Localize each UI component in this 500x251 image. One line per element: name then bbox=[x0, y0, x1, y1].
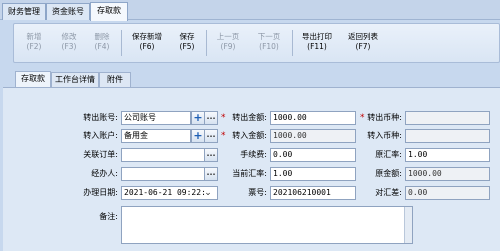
export-print-key: (F11) bbox=[307, 42, 327, 51]
plus-icon[interactable]: + bbox=[191, 129, 205, 143]
out-currency-label: 转出币种: bbox=[367, 113, 402, 122]
current-rate-label: 当前汇率: bbox=[232, 169, 267, 178]
related-order-field[interactable] bbox=[121, 148, 205, 162]
back-list-label: 返回列表 bbox=[348, 32, 378, 41]
fee-field[interactable]: 0.00 bbox=[270, 148, 356, 162]
orig-amount-label: 原金额: bbox=[375, 169, 402, 178]
save-new-button[interactable]: 保存新增 (F6) bbox=[127, 32, 167, 52]
save-label: 保存 bbox=[179, 32, 195, 41]
out-account-field[interactable]: 公司账号 bbox=[121, 111, 191, 125]
tab-fund-account[interactable]: 资金账号 bbox=[46, 3, 90, 20]
ellipsis-icon[interactable]: ... bbox=[204, 167, 218, 181]
subtab-attachments[interactable]: 附件 bbox=[99, 72, 131, 87]
remark-scrollbar[interactable] bbox=[404, 207, 412, 243]
fee-label: 手续费: bbox=[240, 150, 267, 159]
in-amount-field: 1000.00 bbox=[270, 129, 356, 143]
toolbar-separator bbox=[206, 30, 207, 56]
in-currency-label: 转入币种: bbox=[367, 131, 402, 140]
save-new-label: 保存新增 bbox=[132, 32, 162, 41]
save-new-key: (F6) bbox=[139, 42, 155, 51]
save-key: (F5) bbox=[179, 42, 195, 51]
handler-label: 经办人: bbox=[91, 169, 118, 178]
prev-label: 上一页 bbox=[216, 32, 240, 41]
export-print-label: 导出打印 bbox=[302, 32, 332, 41]
subtab-deposit[interactable]: 存取款 bbox=[15, 71, 51, 88]
in-account-field[interactable]: 备用金 bbox=[121, 129, 191, 143]
new-button[interactable]: 新增 (F2) bbox=[20, 32, 48, 52]
remark-textarea[interactable] bbox=[121, 206, 413, 244]
current-rate-field[interactable]: 1.00 bbox=[270, 167, 356, 181]
next-key: (F10) bbox=[259, 42, 279, 51]
ellipsis-icon[interactable]: ... bbox=[204, 111, 218, 125]
out-account-label: 转出账号: bbox=[83, 113, 118, 122]
new-label: 新增 bbox=[26, 32, 42, 41]
toolbar-separator bbox=[292, 30, 293, 56]
ticket-no-field[interactable]: 202106210001 bbox=[270, 186, 356, 200]
related-order-label: 关联订单: bbox=[83, 150, 118, 159]
tab-deposit-withdraw[interactable]: 存取款 bbox=[90, 2, 128, 21]
edit-button[interactable]: 修改 (F3) bbox=[55, 32, 83, 52]
ticket-no-label: 票号: bbox=[248, 188, 267, 197]
remark-label: 备注: bbox=[99, 212, 118, 221]
out-amount-label: 转出金额: bbox=[232, 113, 267, 122]
delete-key: (F4) bbox=[94, 42, 110, 51]
in-amount-label: 转入金额: bbox=[232, 131, 267, 140]
new-key: (F2) bbox=[26, 42, 42, 51]
tab-finance[interactable]: 财务管理 bbox=[2, 3, 46, 20]
orig-amount-field: 1000.00 bbox=[405, 167, 490, 181]
handler-field[interactable] bbox=[121, 167, 205, 181]
back-list-key: (F7) bbox=[355, 42, 371, 51]
prev-key: (F9) bbox=[220, 42, 236, 51]
ellipsis-icon[interactable]: ... bbox=[204, 129, 218, 143]
out-amount-field[interactable]: 1000.00 bbox=[270, 111, 356, 125]
next-page-button[interactable]: 下一页 (F10) bbox=[251, 32, 287, 52]
chevron-down-icon[interactable]: ⌄ bbox=[202, 187, 214, 199]
subtab-workbench-detail[interactable]: 工作台详情 bbox=[51, 72, 99, 87]
next-label: 下一页 bbox=[257, 32, 281, 41]
edit-label: 修改 bbox=[61, 32, 77, 41]
out-currency-field bbox=[405, 111, 490, 125]
diff-label: 对汇差: bbox=[375, 188, 402, 197]
date-label: 办理日期: bbox=[83, 188, 118, 197]
edit-key: (F3) bbox=[61, 42, 77, 51]
delete-button[interactable]: 删除 (F4) bbox=[88, 32, 116, 52]
diff-field: 0.00 bbox=[405, 186, 490, 200]
delete-label: 删除 bbox=[94, 32, 110, 41]
ellipsis-icon[interactable]: ... bbox=[204, 148, 218, 162]
plus-icon[interactable]: + bbox=[191, 111, 205, 125]
toolbar-separator bbox=[121, 30, 122, 56]
in-account-label: 转入账户: bbox=[83, 131, 118, 140]
back-to-list-button[interactable]: 返回列表 (F7) bbox=[343, 32, 383, 52]
orig-rate-field[interactable]: 1.00 bbox=[405, 148, 490, 162]
export-print-button[interactable]: 导出打印 (F11) bbox=[297, 32, 337, 52]
in-currency-field bbox=[405, 129, 490, 143]
save-button[interactable]: 保存 (F5) bbox=[173, 32, 201, 52]
orig-rate-label: 原汇率: bbox=[375, 150, 402, 159]
prev-page-button[interactable]: 上一页 (F9) bbox=[211, 32, 245, 52]
